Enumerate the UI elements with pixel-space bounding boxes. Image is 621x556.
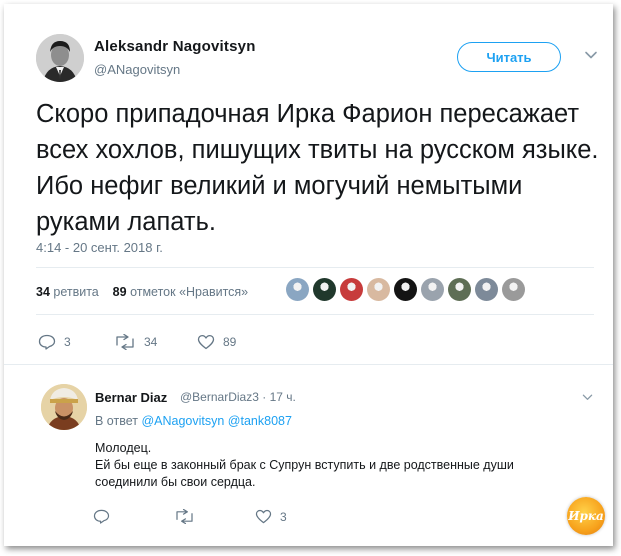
retweets-label[interactable]: ретвита — [53, 285, 98, 299]
likes-count[interactable]: 89 — [113, 285, 127, 299]
reply-author-avatar[interactable] — [41, 384, 87, 430]
tweet-text: Скоро припадочная Ирка Фарион пересажает… — [36, 100, 599, 236]
liker-avatar[interactable] — [502, 278, 525, 301]
reply-to-users[interactable]: @ANagovitsyn @tank8087 — [141, 414, 291, 428]
like-count: 89 — [223, 335, 237, 349]
liker-avatar[interactable] — [286, 278, 309, 301]
liker-avatar[interactable] — [367, 278, 390, 301]
retweet-action[interactable]: 34 — [114, 334, 157, 350]
reply-like-count: 3 — [280, 509, 287, 524]
watermark-logo: Ирка — [567, 497, 605, 535]
retweet-icon — [116, 334, 134, 350]
like-action[interactable]: 89 — [197, 334, 236, 350]
liker-avatar[interactable] — [421, 278, 444, 301]
liker-avatar[interactable] — [340, 278, 363, 301]
reply-avatar-image — [41, 384, 87, 430]
liker-avatar[interactable] — [313, 278, 336, 301]
retweets-count[interactable]: 34 — [36, 285, 50, 299]
liker-avatar[interactable] — [475, 278, 498, 301]
reply-count: 3 — [64, 335, 71, 349]
reply-time[interactable]: · 17 ч. — [262, 390, 296, 404]
chevron-down-icon[interactable] — [582, 392, 593, 403]
reply-author-handle[interactable]: @BernarDiaz3 — [180, 390, 259, 404]
tweet-card: Aleksandr Nagovitsyn @ANagovitsyn Читать… — [4, 4, 613, 546]
liker-avatar[interactable] — [448, 278, 471, 301]
tweet-stats: 34 ретвита 89 отметок «Нравится» — [36, 285, 248, 299]
reply-to-prefix: В ответ — [95, 414, 138, 428]
reply-text-line: Молодец. — [95, 441, 152, 455]
reply-to-line: В ответ @ANagovitsyn @tank8087 — [95, 414, 292, 428]
retweet-count: 34 — [144, 335, 158, 349]
likes-label[interactable]: отметок «Нравится» — [130, 285, 248, 299]
heart-icon — [197, 334, 215, 350]
tweet-timestamp[interactable]: 4:14 - 20 сент. 2018 г. — [36, 240, 163, 255]
reply-action[interactable]: 3 — [38, 334, 71, 350]
author-handle[interactable]: @ANagovitsyn — [94, 62, 180, 77]
divider — [4, 364, 613, 365]
author-name[interactable]: Aleksandr Nagovitsyn — [94, 38, 256, 55]
retweet-icon — [176, 509, 193, 524]
divider — [36, 314, 594, 315]
reply-meta: @BernarDiaz3 · 17 ч. — [180, 390, 296, 404]
heart-icon — [255, 509, 272, 524]
divider — [36, 267, 594, 268]
reply-icon — [38, 334, 56, 350]
reply-icon — [93, 509, 110, 524]
liker-avatars — [286, 278, 525, 301]
author-avatar[interactable] — [36, 34, 84, 82]
reply-reply-action[interactable] — [93, 509, 118, 524]
reply-retweet-action[interactable] — [174, 509, 203, 524]
reply-author-name[interactable]: Bernar Diaz — [95, 390, 167, 405]
reply-like-action[interactable]: 3 — [255, 509, 287, 524]
reply-text: Молодец. Ей бы еще в законный брак с Суп… — [95, 440, 565, 491]
follow-button[interactable]: Читать — [457, 42, 561, 72]
author-avatar-image — [36, 34, 84, 82]
reply-text-line: Ей бы еще в законный брак с Супрун вступ… — [95, 458, 514, 489]
chevron-down-icon[interactable] — [584, 48, 598, 62]
liker-avatar[interactable] — [394, 278, 417, 301]
